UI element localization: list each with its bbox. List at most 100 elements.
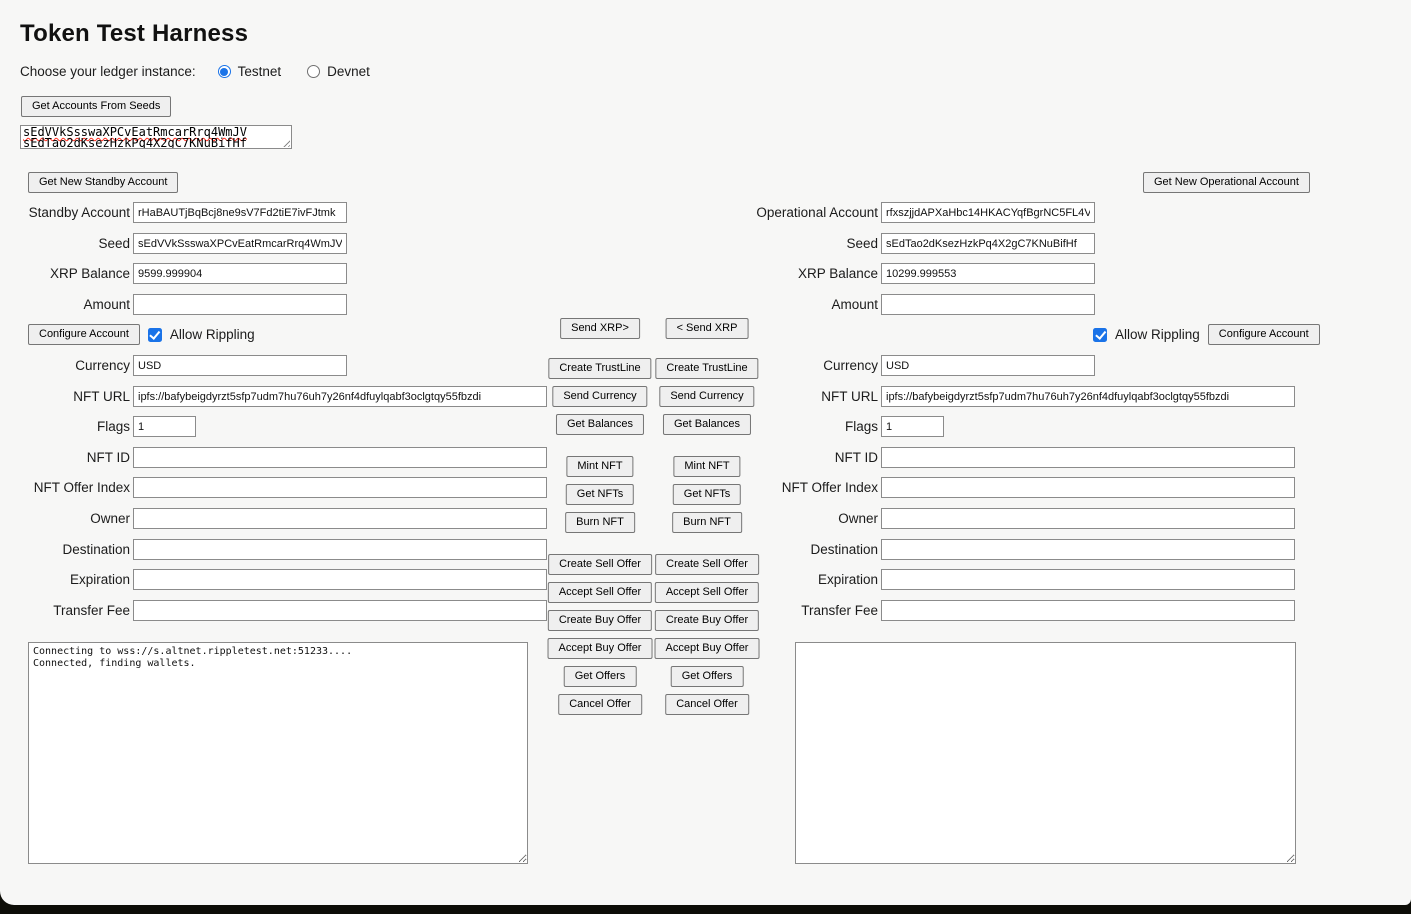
devnet-radio[interactable] (307, 65, 320, 78)
seeds-textarea[interactable]: sEdVVkSsswaXPCvEatRmcarRrq4WmJV sEdTao2d… (20, 125, 292, 149)
standby-mint-nft-button[interactable]: Mint NFT (566, 456, 633, 477)
operational-cancel-offer-button[interactable]: Cancel Offer (665, 694, 749, 715)
standby-currency-label: Currency (0, 358, 130, 373)
operational-console-textarea[interactable] (795, 642, 1296, 864)
standby-amount-input[interactable] (133, 294, 347, 315)
standby-console-textarea[interactable]: Connecting to wss://s.altnet.rippletest.… (28, 642, 528, 864)
standby-currency-row: Currency (0, 355, 347, 376)
operational-burn-nft-button[interactable]: Burn NFT (672, 512, 742, 533)
standby-transfer-fee-label: Transfer Fee (0, 603, 130, 618)
operational-nft-id-label: NFT ID (748, 450, 878, 465)
standby-get-balances-button[interactable]: Get Balances (556, 414, 644, 435)
standby-accept-buy-offer-button[interactable]: Accept Buy Offer (548, 638, 653, 659)
standby-account-row: Standby Account (0, 202, 347, 223)
operational-get-offers-button[interactable]: Get Offers (671, 666, 744, 687)
standby-nft-offer-index-input[interactable] (133, 477, 547, 498)
standby-account-label: Standby Account (0, 205, 130, 220)
operational-create-buy-offer-button[interactable]: Create Buy Offer (655, 610, 759, 631)
standby-flags-label: Flags (0, 419, 130, 434)
operational-owner-input[interactable] (881, 508, 1295, 529)
ledger-prompt-label: Choose your ledger instance: (20, 64, 196, 79)
standby-nft-id-input[interactable] (133, 447, 547, 468)
standby-send-xrp-button[interactable]: Send XRP> (560, 318, 640, 339)
standby-destination-label: Destination (0, 542, 130, 557)
standby-owner-input[interactable] (133, 508, 547, 529)
standby-flags-input[interactable] (133, 416, 196, 437)
operational-owner-row: Owner (748, 508, 1295, 529)
standby-allow-rippling-checkbox[interactable] (148, 328, 162, 342)
standby-account-input[interactable] (133, 202, 347, 223)
operational-nft-offer-index-label: NFT Offer Index (748, 480, 878, 495)
standby-transfer-fee-row: Transfer Fee (0, 600, 547, 621)
operational-accept-buy-offer-button[interactable]: Accept Buy Offer (655, 638, 760, 659)
testnet-radio[interactable] (218, 65, 231, 78)
operational-account-input[interactable] (881, 202, 1095, 223)
operational-amount-row: Amount (748, 294, 1095, 315)
operational-seed-row: Seed (748, 233, 1095, 254)
operational-expiration-label: Expiration (748, 572, 878, 587)
standby-expiration-input[interactable] (133, 569, 547, 590)
operational-nft-url-input[interactable] (881, 386, 1295, 407)
standby-seed-row: Seed (0, 233, 347, 254)
standby-nft-url-input[interactable] (133, 386, 547, 407)
standby-get-offers-button[interactable]: Get Offers (564, 666, 637, 687)
standby-create-trustline-button[interactable]: Create TrustLine (548, 358, 651, 379)
standby-seed-input[interactable] (133, 233, 347, 254)
testnet-radio-label: Testnet (238, 64, 282, 79)
standby-xrp-balance-input[interactable] (133, 263, 347, 284)
operational-transfer-fee-input[interactable] (881, 600, 1295, 621)
radio-group-devnet[interactable]: Devnet (307, 64, 370, 79)
operational-account-label: Operational Account (748, 205, 878, 220)
standby-nft-id-row: NFT ID (0, 447, 547, 468)
operational-currency-input[interactable] (881, 355, 1095, 376)
operational-send-currency-button[interactable]: Send Currency (659, 386, 754, 407)
standby-send-currency-button[interactable]: Send Currency (552, 386, 647, 407)
operational-allow-rippling-label: Allow Rippling (1115, 327, 1200, 342)
operational-send-xrp-button[interactable]: < Send XRP (666, 318, 749, 339)
ledger-instance-chooser: Choose your ledger instance: Testnet Dev… (20, 64, 396, 79)
standby-configure-account-button[interactable]: Configure Account (28, 324, 140, 345)
standby-currency-input[interactable] (133, 355, 347, 376)
operational-mint-nft-button[interactable]: Mint NFT (673, 456, 740, 477)
token-test-harness-page: Token Test Harness Choose your ledger in… (0, 0, 1411, 905)
standby-accept-sell-offer-button[interactable]: Accept Sell Offer (548, 582, 652, 603)
operational-amount-label: Amount (748, 297, 878, 312)
devnet-radio-label: Devnet (327, 64, 370, 79)
standby-expiration-label: Expiration (0, 572, 130, 587)
standby-get-nfts-button[interactable]: Get NFTs (566, 484, 634, 505)
operational-allow-rippling-checkbox[interactable] (1093, 328, 1107, 342)
standby-nft-offer-index-row: NFT Offer Index (0, 477, 547, 498)
operational-accept-sell-offer-button[interactable]: Accept Sell Offer (655, 582, 759, 603)
get-new-standby-account-button[interactable]: Get New Standby Account (28, 172, 178, 193)
operational-expiration-input[interactable] (881, 569, 1295, 590)
get-new-operational-account-button[interactable]: Get New Operational Account (1143, 172, 1310, 193)
operational-nft-url-label: NFT URL (748, 389, 878, 404)
standby-expiration-row: Expiration (0, 569, 547, 590)
operational-create-trustline-button[interactable]: Create TrustLine (655, 358, 758, 379)
operational-destination-input[interactable] (881, 539, 1295, 560)
standby-create-buy-offer-button[interactable]: Create Buy Offer (548, 610, 652, 631)
operational-get-nfts-button[interactable]: Get NFTs (673, 484, 741, 505)
operational-create-sell-offer-button[interactable]: Create Sell Offer (655, 554, 759, 575)
operational-get-balances-button[interactable]: Get Balances (663, 414, 751, 435)
get-accounts-from-seeds-button[interactable]: Get Accounts From Seeds (21, 96, 171, 117)
operational-expiration-row: Expiration (748, 569, 1295, 590)
operational-amount-input[interactable] (881, 294, 1095, 315)
standby-nft-offer-index-label: NFT Offer Index (0, 480, 130, 495)
operational-seed-input[interactable] (881, 233, 1095, 254)
app-window: Token Test Harness Choose your ledger in… (0, 0, 1411, 914)
operational-configure-account-button[interactable]: Configure Account (1208, 324, 1320, 345)
standby-cancel-offer-button[interactable]: Cancel Offer (558, 694, 642, 715)
operational-nft-id-input[interactable] (881, 447, 1295, 468)
standby-create-sell-offer-button[interactable]: Create Sell Offer (548, 554, 652, 575)
radio-group-testnet[interactable]: Testnet (218, 64, 282, 79)
standby-transfer-fee-input[interactable] (133, 600, 547, 621)
operational-nft-id-row: NFT ID (748, 447, 1295, 468)
operational-configure-row: Allow Rippling Configure Account (1093, 324, 1320, 345)
standby-destination-input[interactable] (133, 539, 547, 560)
standby-burn-nft-button[interactable]: Burn NFT (565, 512, 635, 533)
operational-xrp-balance-input[interactable] (881, 263, 1095, 284)
operational-flags-label: Flags (748, 419, 878, 434)
operational-flags-input[interactable] (881, 416, 944, 437)
operational-nft-offer-index-input[interactable] (881, 477, 1295, 498)
